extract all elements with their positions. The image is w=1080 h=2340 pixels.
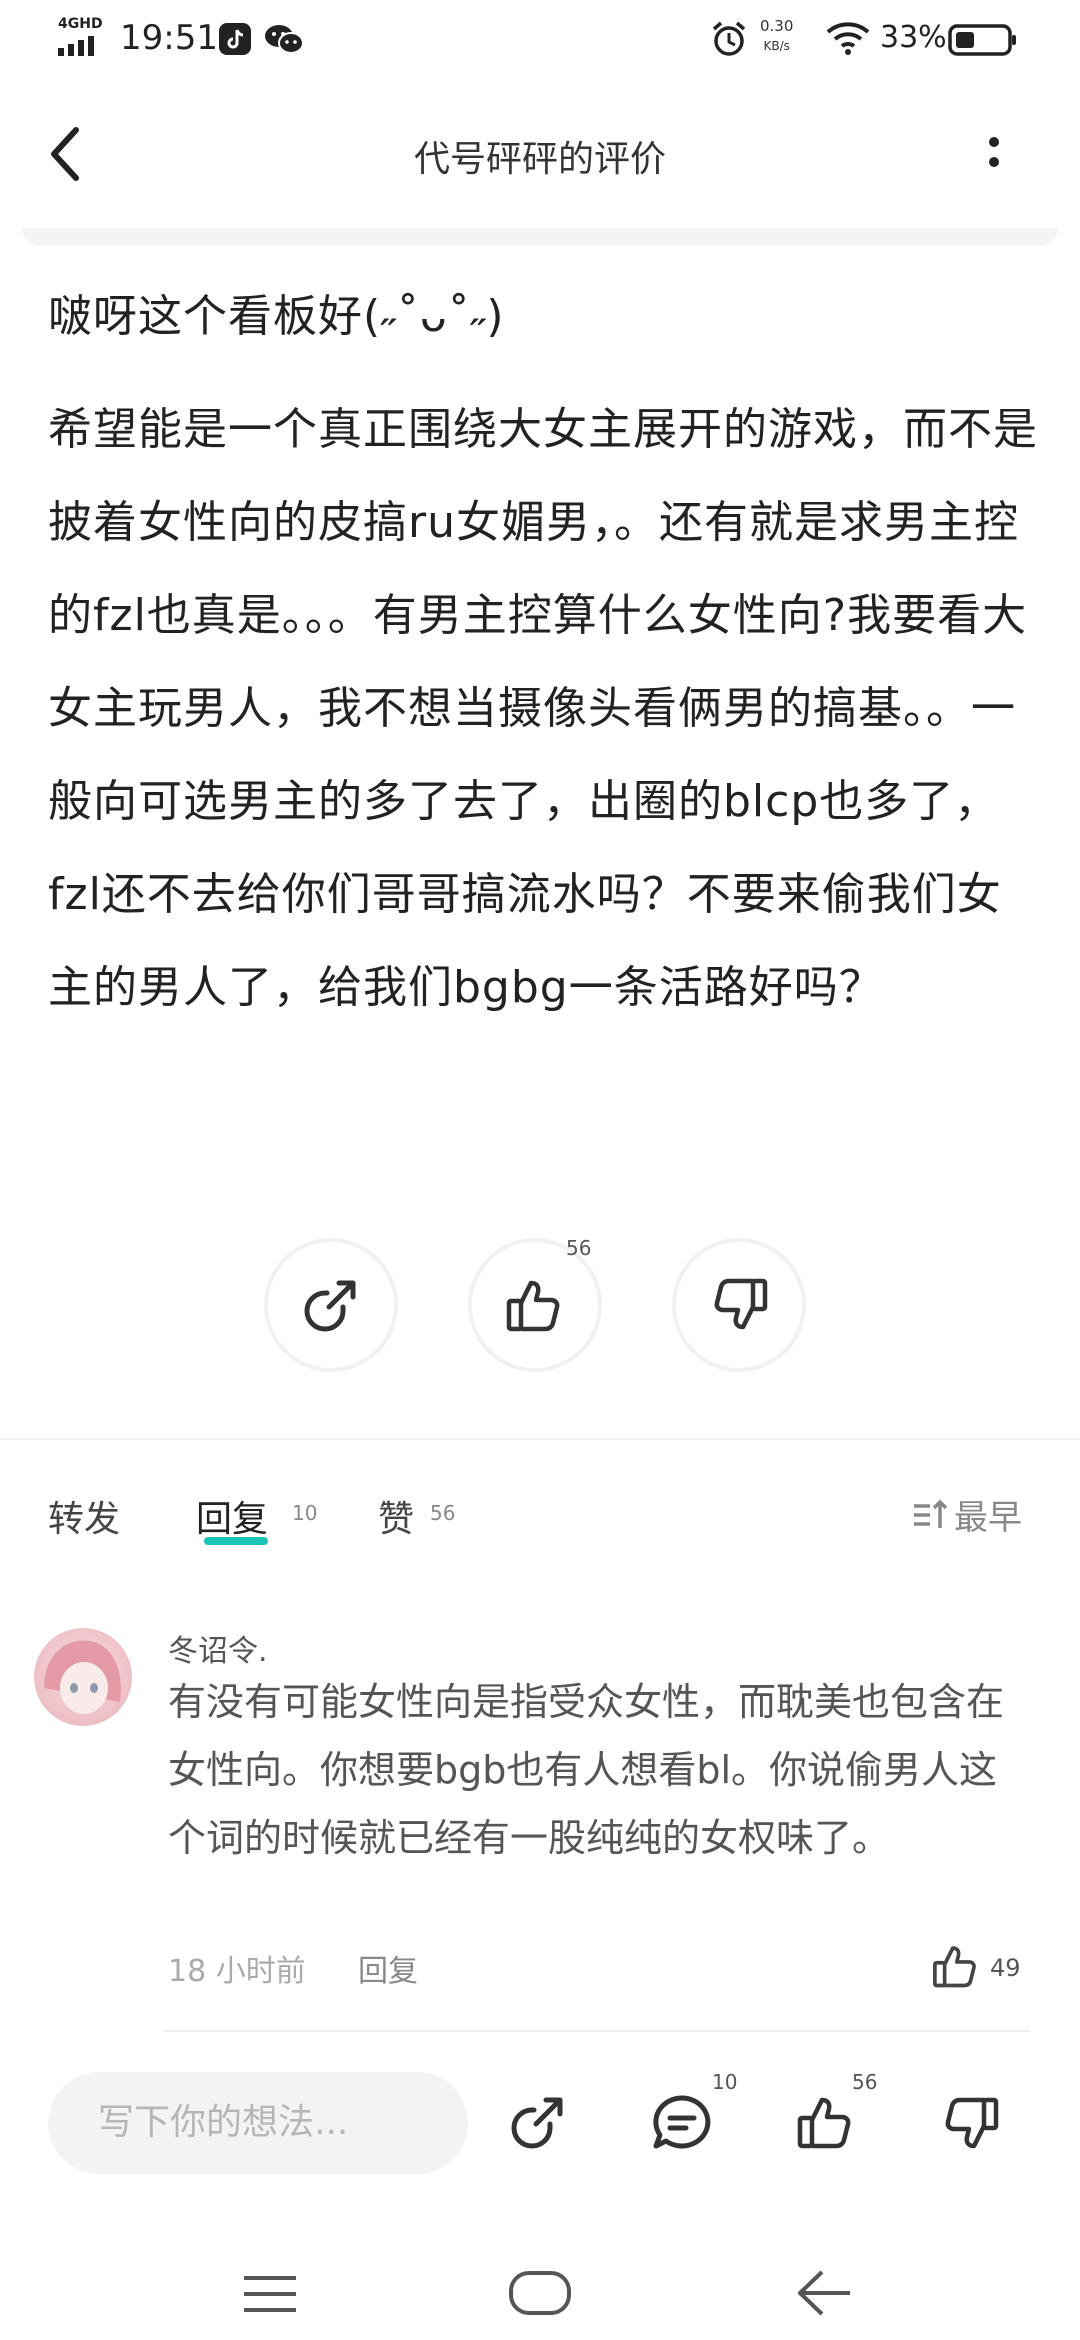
signal-icon <box>58 36 94 56</box>
tiktok-icon <box>219 23 251 55</box>
comment-reply-button[interactable]: 回复 <box>358 1946 418 1990</box>
section-divider <box>0 1438 1080 1440</box>
comment-thumbs-up-icon[interactable] <box>930 1940 982 1992</box>
reply-count: 10 <box>292 1501 318 1525</box>
battery-icon <box>948 24 1016 56</box>
clock: 19:51 <box>120 18 218 58</box>
comment-text: 有没有可能女性向是指受众女性，而耽美也包含在女性向。你想要bgb也有人想看bl。… <box>168 1680 1005 1860</box>
battery-percent: 33% <box>880 20 947 55</box>
wechat-icon <box>265 25 304 54</box>
network-speed: 0.30 KB/s <box>760 16 793 56</box>
like-count: 56 <box>566 1236 592 1260</box>
bottom-thumbs-up-icon[interactable] <box>794 2090 858 2154</box>
bottom-like-count: 56 <box>852 2070 878 2094</box>
thumbs-up-icon <box>506 1280 560 1332</box>
card-bottom-edge <box>22 228 1058 246</box>
avatar[interactable] <box>34 1628 132 1726</box>
thumbs-down-icon <box>714 1278 768 1330</box>
comment-username[interactable]: 冬诏令. <box>168 1626 268 1670</box>
network-type: 4GHD <box>58 16 103 32</box>
page-title: 代号砰砰的评价 <box>413 139 666 180</box>
bottom-thumbs-down-icon[interactable] <box>938 2092 1002 2156</box>
sort-label: 最早 <box>954 1498 1022 1538</box>
share-button[interactable] <box>264 1238 398 1372</box>
sort-icon <box>914 1499 948 1528</box>
bottom-share-icon[interactable] <box>506 2090 570 2154</box>
tab-reply[interactable]: 回复 <box>196 1490 268 1542</box>
comment-like-count: 49 <box>990 1954 1021 1982</box>
speed-unit: KB/s <box>763 39 790 53</box>
system-nav-bar <box>0 2240 1080 2340</box>
dislike-button[interactable] <box>672 1238 806 1372</box>
tab-forward[interactable]: 转发 <box>48 1490 120 1542</box>
home-icon[interactable] <box>508 2270 572 2316</box>
bottom-comment-count: 10 <box>712 2070 738 2094</box>
more-options-icon[interactable] <box>984 130 1004 180</box>
wifi-icon <box>826 22 870 55</box>
back-nav-icon[interactable] <box>796 2268 852 2318</box>
top-app-bar: 代号砰砰的评价 <box>0 80 1080 230</box>
sort-button[interactable]: 最早 <box>912 1490 1022 1539</box>
menu-icon[interactable] <box>242 2274 298 2314</box>
status-bar: 4GHD 19:51 0.30 KB/s 33% <box>0 0 1080 80</box>
tab-like-count: 56 <box>430 1501 456 1525</box>
share-icon <box>304 1280 356 1332</box>
review-content: 啵呀这个看板好(˶˚ᴗ˚˶) 希望能是一个真正围绕大女主展开的游戏，而不是披着女… <box>48 270 1038 1034</box>
avatar-image <box>44 1640 121 1714</box>
comment-timestamp: 18 小时前 <box>168 1954 306 1989</box>
comment-input[interactable]: 写下你的想法... <box>48 2072 468 2174</box>
active-tab-indicator <box>204 1537 268 1545</box>
comment-bubble-icon[interactable] <box>650 2092 714 2156</box>
tab-like[interactable]: 赞 <box>378 1490 414 1542</box>
review-first-line: 啵呀这个看板好(˶˚ᴗ˚˶) <box>48 291 505 342</box>
alarm-icon <box>712 21 746 56</box>
speed-value: 0.30 <box>760 17 794 35</box>
comment-divider <box>164 2030 1030 2032</box>
review-paragraph: 希望能是一个真正围绕大女主展开的游戏，而不是披着女性向的皮搞ru女媚男，。还有就… <box>48 404 1038 1013</box>
